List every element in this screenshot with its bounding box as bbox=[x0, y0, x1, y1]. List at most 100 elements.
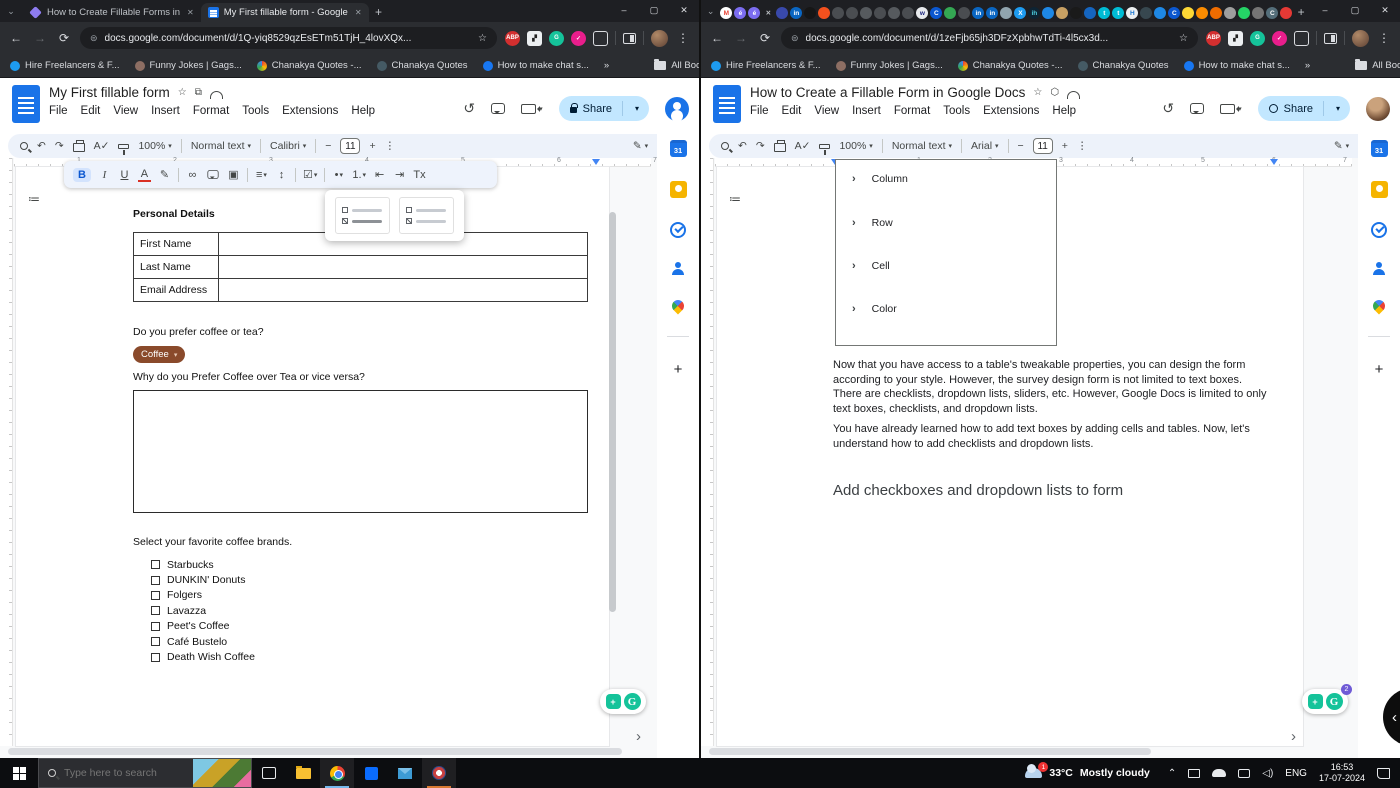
grammarly-widget[interactable]: + G 2 bbox=[1302, 689, 1348, 714]
pinned-tab-favicon-icon[interactable] bbox=[1084, 7, 1096, 19]
add-addon-icon[interactable]: + bbox=[674, 361, 683, 378]
search-input[interactable] bbox=[64, 767, 174, 779]
menu-tools[interactable]: Tools bbox=[242, 105, 269, 117]
font-size-increase[interactable]: + bbox=[1062, 140, 1068, 152]
tab-close-icon[interactable]: ✕ bbox=[185, 8, 194, 17]
add-addon-icon[interactable]: + bbox=[1375, 361, 1384, 378]
tab-fillable-forms-guide[interactable]: How to Create Fillable Forms in ✕ bbox=[22, 3, 201, 22]
checklist-item[interactable]: DUNKIN' Donuts bbox=[151, 572, 255, 587]
keep-icon[interactable] bbox=[1371, 181, 1388, 198]
maximize-button[interactable]: ▢ bbox=[1340, 0, 1370, 20]
minimize-button[interactable]: – bbox=[609, 0, 639, 20]
grammarly-widget[interactable]: + G bbox=[600, 689, 646, 714]
styles-select[interactable]: Normal text▾ bbox=[191, 140, 251, 152]
zoom-select[interactable]: 100%▾ bbox=[138, 140, 171, 152]
star-icon[interactable]: ☆ bbox=[1033, 87, 1042, 98]
pinned-tab-favicon-icon[interactable]: é bbox=[734, 7, 746, 19]
next-page-arrow-icon[interactable]: › bbox=[636, 728, 641, 745]
font-size-field[interactable]: 11 bbox=[1033, 138, 1053, 154]
menu-view[interactable]: View bbox=[814, 105, 839, 117]
browser-menu-icon[interactable]: ⋮ bbox=[675, 31, 691, 45]
doc-heading-personal-details[interactable]: Personal Details bbox=[133, 208, 215, 220]
pinned-tab-favicon-icon[interactable]: X bbox=[1014, 7, 1026, 19]
meet-icon[interactable]: ▾ bbox=[1220, 104, 1242, 114]
adblock-extension-icon[interactable]: ABP bbox=[1206, 31, 1221, 46]
document-title[interactable]: How to Create a Fillable Form in Google … bbox=[750, 85, 1025, 100]
checklist-item[interactable]: Death Wish Coffee bbox=[151, 649, 255, 664]
keep-icon[interactable] bbox=[670, 181, 687, 198]
grammarly-logo-icon[interactable]: G bbox=[624, 693, 641, 710]
pinned-tab-favicon-icon[interactable] bbox=[1042, 7, 1054, 19]
cloud-status-icon[interactable] bbox=[1067, 91, 1080, 99]
checklist-style-option-strikethrough[interactable] bbox=[335, 197, 390, 234]
zoom-select[interactable]: 100%▾ bbox=[839, 140, 872, 152]
redo-button[interactable]: ↷ bbox=[55, 140, 64, 152]
side-panel-icon[interactable] bbox=[623, 33, 636, 44]
reload-button[interactable]: ⟳ bbox=[757, 31, 773, 45]
search-highlight-image[interactable] bbox=[193, 759, 251, 787]
pinned-tab-favicon-icon[interactable] bbox=[1210, 7, 1222, 19]
text-color-button[interactable]: A bbox=[138, 168, 151, 182]
pinned-tab-favicon-icon[interactable]: t bbox=[1112, 7, 1124, 19]
new-tab-button[interactable]: + bbox=[1292, 5, 1310, 22]
checklist-item[interactable]: Folgers bbox=[151, 588, 255, 603]
pinned-tab-favicon-icon[interactable]: C bbox=[1266, 7, 1278, 19]
contacts-icon[interactable] bbox=[1372, 262, 1386, 276]
pinned-tab-favicon-icon[interactable]: C bbox=[930, 7, 942, 19]
maps-icon[interactable] bbox=[1371, 298, 1388, 315]
chevron-right-icon[interactable]: › bbox=[852, 303, 856, 315]
menu-file[interactable]: File bbox=[49, 105, 68, 117]
pinned-tab-favicon-icon[interactable]: in bbox=[972, 7, 984, 19]
pinned-tab-favicon-icon[interactable]: ✕ bbox=[762, 7, 774, 19]
menu-extensions[interactable]: Extensions bbox=[983, 105, 1039, 117]
checklist-item[interactable]: Lavazza bbox=[151, 603, 255, 618]
extensions-puzzle-icon[interactable] bbox=[593, 31, 608, 46]
form-table[interactable]: First Name Last Name Email Address bbox=[133, 232, 588, 302]
spellcheck-icon[interactable]: A✓ bbox=[795, 140, 811, 152]
action-center-icon[interactable] bbox=[1377, 768, 1390, 779]
side-panel-icon[interactable] bbox=[1324, 33, 1337, 44]
bookmark-item[interactable]: Chanakya Quotes -... bbox=[958, 60, 1063, 71]
pink-extension-icon[interactable]: ✓ bbox=[571, 31, 586, 46]
maps-icon[interactable] bbox=[670, 298, 687, 315]
document-outline-icon[interactable]: ≔ bbox=[729, 192, 740, 206]
share-button[interactable]: Share ▾ bbox=[1258, 96, 1350, 121]
paint-format-icon[interactable] bbox=[118, 144, 129, 149]
add-comment-button[interactable] bbox=[206, 169, 220, 180]
bookmark-star-icon[interactable]: ☆ bbox=[478, 33, 487, 44]
checkbox-icon[interactable] bbox=[151, 591, 160, 600]
browser-profile-avatar[interactable] bbox=[651, 30, 668, 47]
table-cell-value[interactable] bbox=[219, 256, 588, 279]
coffee-dropdown-chip[interactable]: Coffee ▾ bbox=[133, 346, 185, 363]
table-cell-label[interactable]: First Name bbox=[134, 233, 219, 256]
pinned-tab-favicon-icon[interactable] bbox=[1196, 7, 1208, 19]
pinned-tab-favicon-icon[interactable]: in bbox=[790, 7, 802, 19]
pinned-tab-favicon-icon[interactable]: M bbox=[720, 7, 732, 19]
italic-button[interactable]: I bbox=[98, 169, 111, 181]
chrome-button[interactable] bbox=[320, 758, 354, 788]
menu-format[interactable]: Format bbox=[193, 105, 229, 117]
font-size-decrease[interactable]: − bbox=[325, 140, 331, 152]
pinned-tab-favicon-icon[interactable] bbox=[1056, 7, 1068, 19]
bookmark-item[interactable]: Funny Jokes | Gags... bbox=[836, 60, 943, 71]
pinned-tab-favicon-icon[interactable]: H bbox=[1126, 7, 1138, 19]
menu-tools[interactable]: Tools bbox=[943, 105, 970, 117]
search-icon[interactable] bbox=[721, 142, 729, 150]
network-icon[interactable] bbox=[1238, 769, 1250, 778]
contacts-icon[interactable] bbox=[671, 262, 685, 276]
clock[interactable]: 16:53 17-07-2024 bbox=[1319, 762, 1365, 784]
weather-widget[interactable]: 1 33°C Mostly cloudy bbox=[1019, 767, 1155, 779]
pinned-tab-favicon-icon[interactable]: ih bbox=[1028, 7, 1040, 19]
close-button[interactable]: ✕ bbox=[669, 0, 699, 20]
account-avatar[interactable] bbox=[665, 97, 689, 121]
bookmarks-overflow-icon[interactable]: » bbox=[604, 60, 609, 71]
collapsed-row-column[interactable]: ›Column bbox=[852, 173, 908, 185]
table-cell-label[interactable]: Last Name bbox=[134, 256, 219, 279]
cloud-status-icon[interactable] bbox=[210, 91, 223, 99]
share-button[interactable]: Share ▾ bbox=[559, 96, 649, 121]
horizontal-scrollbar[interactable] bbox=[8, 748, 622, 755]
table-row[interactable]: Email Address bbox=[134, 279, 588, 302]
address-bar[interactable]: ⊜ docs.google.com/document/d/1zeFjb65jh3… bbox=[781, 27, 1198, 49]
pinned-tab-favicon-icon[interactable] bbox=[874, 7, 886, 19]
align-button[interactable]: ≡▾ bbox=[255, 169, 268, 181]
